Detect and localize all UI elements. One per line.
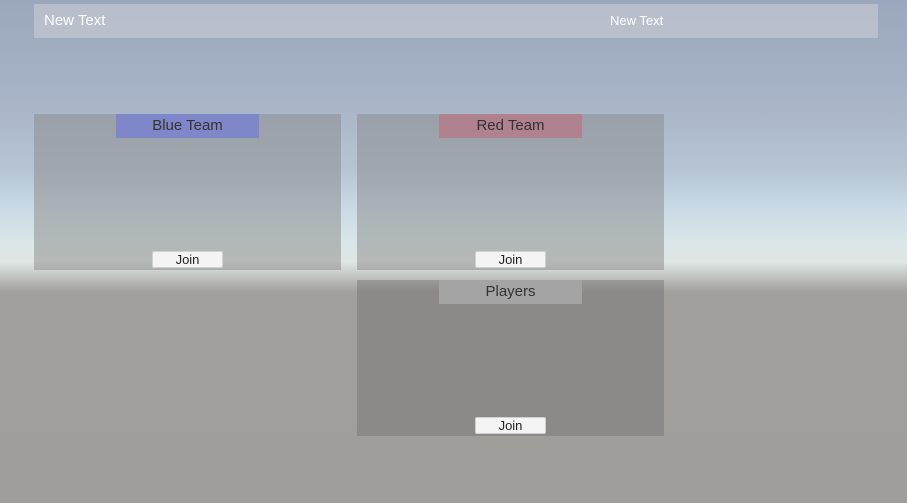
blue-team-panel: Blue Team Join [34, 114, 341, 270]
red-team-join-button[interactable]: Join [475, 251, 546, 268]
top-bar-left-text: New Text [44, 12, 106, 29]
players-title: Players [439, 280, 582, 304]
top-bar-right-text: New Text [610, 13, 664, 28]
players-panel: Players Join [357, 280, 664, 436]
top-bar: New Text New Text [34, 4, 878, 38]
red-team-title: Red Team [439, 114, 582, 138]
blue-team-join-button[interactable]: Join [152, 251, 223, 268]
players-join-button[interactable]: Join [475, 417, 546, 434]
blue-team-title: Blue Team [116, 114, 259, 138]
red-team-panel: Red Team Join [357, 114, 664, 270]
